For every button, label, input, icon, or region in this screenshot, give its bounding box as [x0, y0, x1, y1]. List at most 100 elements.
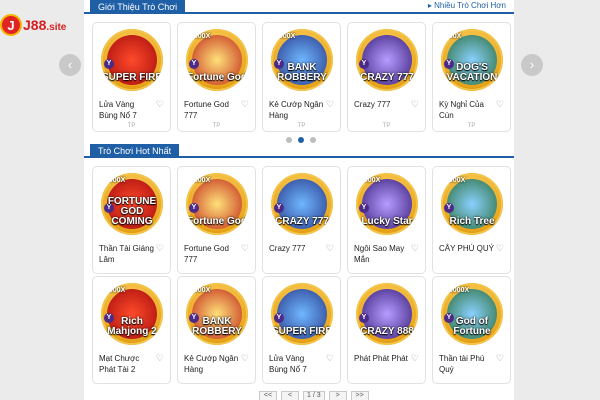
- provider-logo: Y: [104, 59, 114, 69]
- favorite-heart-icon[interactable]: ♡: [496, 243, 504, 254]
- game-art-title: Fortune God: [187, 72, 247, 83]
- game-thumbnail[interactable]: Y CRAZY 777: [356, 29, 418, 91]
- game-art-title: CRAZY 777: [360, 72, 414, 83]
- more-games-link[interactable]: ▸ Nhiều Trò Chơi Hơn: [428, 1, 506, 10]
- game-name[interactable]: CÂY PHÚ QUÝ: [439, 243, 495, 254]
- game-name[interactable]: Lửa Vàng Bùng Nổ 7: [99, 99, 155, 121]
- game-name[interactable]: Crazy 777: [269, 243, 325, 254]
- favorite-heart-icon[interactable]: ♡: [411, 243, 419, 254]
- favorite-heart-icon[interactable]: ♡: [411, 99, 419, 110]
- favorite-heart-icon[interactable]: ♡: [156, 99, 164, 110]
- game-thumbnail[interactable]: Y 9000X Lucky Star: [356, 173, 418, 235]
- game-card[interactable]: Y 5000X BANK ROBBERY Kẻ Cướp Ngân Hàng ♡: [177, 276, 256, 384]
- game-art-title: SUPER FIRE: [271, 326, 332, 337]
- carousel-dot[interactable]: [286, 137, 292, 143]
- favorite-heart-icon[interactable]: ♡: [241, 243, 249, 254]
- game-name[interactable]: Kỳ Nghỉ Của Cún: [439, 99, 495, 121]
- hot-section-header: Trò Chơi Hot Nhất: [84, 144, 514, 158]
- game-name[interactable]: Phát Phát Phát: [354, 353, 410, 364]
- favorite-heart-icon[interactable]: ♡: [496, 353, 504, 364]
- pager-prev-button[interactable]: <: [281, 391, 299, 400]
- game-thumbnail[interactable]: Y 500X DOG'S VACATION: [441, 29, 503, 91]
- pager-last-button[interactable]: >>: [350, 391, 369, 400]
- game-thumbnail[interactable]: Y 1000X Fortune God: [186, 173, 248, 235]
- game-thumbnail[interactable]: Y 5000X FORTUNE GOD COMING: [101, 173, 163, 235]
- game-art-title: BANK ROBBERY: [192, 316, 242, 337]
- favorite-heart-icon[interactable]: ♡: [156, 243, 164, 254]
- game-name[interactable]: Fortune God 777: [184, 243, 240, 265]
- game-name[interactable]: Thần Tài Giáng Lâm: [99, 243, 155, 265]
- game-name[interactable]: Lửa Vàng Bùng Nổ 7: [269, 353, 325, 375]
- game-card[interactable]: Y CRAZY 888 Phát Phát Phát ♡: [347, 276, 426, 384]
- game-card[interactable]: Y 1000X Fortune God Fortune God 777 ♡ TP: [177, 22, 256, 132]
- game-thumbnail[interactable]: Y 5000X BANK ROBBERY: [271, 29, 333, 91]
- game-art-title: Rich Tree: [449, 216, 495, 227]
- pager-first-button[interactable]: <<: [259, 391, 277, 400]
- game-thumbnail[interactable]: Y CRAZY 777: [271, 173, 333, 235]
- game-card[interactable]: Y CRAZY 777 Crazy 777 ♡ TP: [347, 22, 426, 132]
- game-thumbnail[interactable]: Y 1000X Fortune God: [186, 29, 248, 91]
- game-name[interactable]: Kẻ Cướp Ngân Hàng: [269, 99, 325, 121]
- game-card[interactable]: Y CRAZY 777 Crazy 777 ♡: [262, 166, 341, 274]
- provider-logo: Y: [274, 203, 284, 213]
- provider-logo: Y: [444, 203, 454, 213]
- game-card[interactable]: Y 5000X FORTUNE GOD COMING Thần Tài Giáng L…: [92, 166, 171, 274]
- game-thumbnail[interactable]: Y 5000X BANK ROBBERY: [186, 283, 248, 345]
- favorite-heart-icon[interactable]: ♡: [411, 353, 419, 364]
- game-card[interactable]: Y 500X DOG'S VACATION Kỳ Nghỉ Của Cún ♡ TP: [432, 22, 511, 132]
- game-thumbnail[interactable]: Y 2000X Rich Tree: [441, 173, 503, 235]
- game-art-title: Lucky Star: [361, 216, 413, 227]
- favorite-heart-icon[interactable]: ♡: [496, 99, 504, 110]
- game-name[interactable]: Fortune God 777: [184, 99, 240, 121]
- game-card[interactable]: Y SUPER FIRE Lửa Vàng Bùng Nổ 7 ♡ TP: [92, 22, 171, 132]
- game-art-title: God of Fortune: [453, 316, 491, 337]
- game-thumbnail[interactable]: Y SUPER FIRE: [271, 283, 333, 345]
- more-games-label: Nhiều Trò Chơi Hơn: [434, 1, 506, 10]
- multiplier-label: 50000X: [445, 287, 470, 294]
- favorite-heart-icon[interactable]: ♡: [156, 353, 164, 364]
- game-card[interactable]: Y SUPER FIRE Lửa Vàng Bùng Nổ 7 ♡: [262, 276, 341, 384]
- game-name[interactable]: Ngôi Sao May Mắn: [354, 243, 410, 265]
- site-logo[interactable]: J J88.site: [0, 14, 66, 36]
- provider-logo: Y: [359, 203, 369, 213]
- game-name[interactable]: Kẻ Cướp Ngân Hàng: [184, 353, 240, 375]
- carousel-next-button[interactable]: ›: [521, 54, 543, 76]
- game-card[interactable]: Y 50000X God of Fortune Thần tài Phú Quý ♡: [432, 276, 511, 384]
- game-thumbnail[interactable]: Y 5000X Rich Mahjong 2: [101, 283, 163, 345]
- game-name[interactable]: Thần tài Phú Quý: [439, 353, 495, 375]
- provider-logo: Y: [359, 313, 369, 323]
- carousel-dot[interactable]: [298, 137, 304, 143]
- game-art-title: CRAZY 777: [275, 216, 329, 227]
- game-card[interactable]: Y 1000X Fortune God Fortune God 777 ♡: [177, 166, 256, 274]
- game-card[interactable]: Y 5000X Rich Mahjong 2 Mạt Chược Phát Tài 2…: [92, 276, 171, 384]
- provider-logo: Y: [189, 59, 199, 69]
- game-name[interactable]: Mạt Chược Phát Tài 2: [99, 353, 155, 375]
- carousel-dot[interactable]: [310, 137, 316, 143]
- intro-section: Giới Thiệu Trò Chơi ▸ Nhiều Trò Chơi Hơn…: [84, 0, 514, 152]
- game-card[interactable]: Y 9000X Lucky Star Ngôi Sao May Mắn ♡: [347, 166, 426, 274]
- multiplier-label: 9000X: [360, 177, 381, 184]
- provider-logo: Y: [189, 203, 199, 213]
- pager-next-button[interactable]: >: [328, 391, 347, 400]
- favorite-heart-icon[interactable]: ♡: [241, 353, 249, 364]
- hot-section-title: Trò Chơi Hot Nhất: [90, 144, 180, 158]
- provider-logo: Y: [274, 313, 284, 323]
- favorite-heart-icon[interactable]: ♡: [326, 243, 334, 254]
- multiplier-label: 500X: [445, 33, 462, 40]
- favorite-heart-icon[interactable]: ♡: [326, 353, 334, 364]
- game-thumbnail[interactable]: Y CRAZY 888: [356, 283, 418, 345]
- page: J J88.site Giới Thiệu Trò Chơi ▸ Nhiều T…: [0, 0, 600, 400]
- favorite-heart-icon[interactable]: ♡: [241, 99, 249, 110]
- game-thumbnail[interactable]: Y 50000X God of Fortune: [441, 283, 503, 345]
- multiplier-label: 5000X: [190, 287, 211, 294]
- game-card[interactable]: Y 5000X BANK ROBBERY Kẻ Cướp Ngân Hàng ♡ TP: [262, 22, 341, 132]
- logo-name: J88: [23, 17, 47, 33]
- provider-tag: TP: [467, 123, 476, 129]
- game-name[interactable]: Crazy 777: [354, 99, 410, 110]
- intro-section-header: Giới Thiệu Trò Chơi ▸ Nhiều Trò Chơi Hơn: [84, 0, 514, 14]
- game-thumbnail[interactable]: Y SUPER FIRE: [101, 29, 163, 91]
- favorite-heart-icon[interactable]: ♡: [326, 99, 334, 110]
- carousel-prev-button[interactable]: ‹: [59, 54, 81, 76]
- multiplier-label: 5000X: [275, 33, 296, 40]
- game-card[interactable]: Y 2000X Rich Tree CÂY PHÚ QUÝ ♡: [432, 166, 511, 274]
